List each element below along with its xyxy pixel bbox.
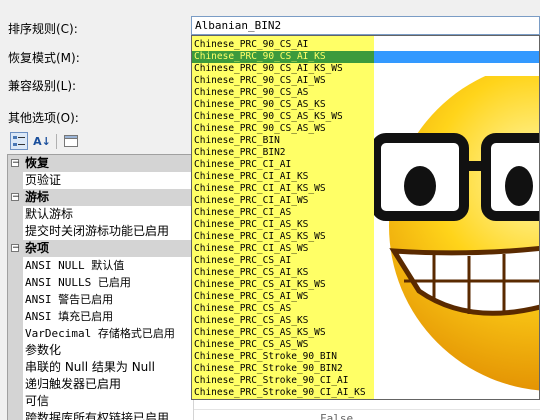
grid-row-label: 可信 bbox=[23, 393, 194, 410]
grid-gutter bbox=[8, 376, 23, 393]
dropdown-item[interactable]: Chinese_PRC_CS_AI bbox=[192, 255, 374, 267]
dropdown-item[interactable]: Chinese_PRC_CS_AS_WS bbox=[192, 339, 374, 351]
toolbar-separator bbox=[56, 134, 57, 149]
dropdown-item[interactable]: Chinese_PRC_BIN bbox=[192, 135, 374, 147]
grid-row-label: 页验证 bbox=[23, 172, 194, 189]
grid-row-label: 游标 bbox=[25, 190, 50, 204]
other-options-label: 其他选项(O): bbox=[8, 111, 79, 125]
grid-row-label: 恢复 bbox=[25, 156, 50, 170]
collation-label: 排序规则(C): bbox=[8, 22, 78, 36]
dropdown-item[interactable]: Chinese_PRC_90_CS_AS_KS_WS bbox=[192, 111, 374, 123]
dropdown-item[interactable]: Chinese_PRC_90_CS_AS_WS bbox=[192, 123, 374, 135]
dropdown-item[interactable]: Chinese_PRC_CI_AI_KS_WS bbox=[192, 183, 374, 195]
grid-gutter bbox=[8, 274, 23, 291]
collapse-icon[interactable]: − bbox=[11, 159, 20, 168]
property-pages-icon bbox=[64, 135, 78, 147]
grid-gutter bbox=[8, 172, 23, 189]
grid-gutter bbox=[8, 308, 23, 325]
categorized-button[interactable] bbox=[10, 132, 28, 150]
collation-dropdown-list[interactable]: Chinese_PRC_90_CS_AI Chinese_PRC_90_CS_AI… bbox=[191, 35, 540, 400]
dropdown-item[interactable]: Chinese_PRC_CI_AS_KS bbox=[192, 219, 374, 231]
grid-gutter bbox=[8, 393, 23, 410]
collapse-icon[interactable]: − bbox=[11, 244, 20, 253]
dropdown-item[interactable]: Chinese_PRC_CS_AS_KS bbox=[192, 315, 374, 327]
grid-row-label: 串联的 Null 结果为 Null bbox=[23, 359, 194, 376]
dropdown-item[interactable]: Chinese_PRC_CI_AI_KS bbox=[192, 171, 374, 183]
grid-row-label: 默认游标 bbox=[23, 206, 194, 223]
dropdown-item[interactable]: Chinese_PRC_90_CS_AI_KS_WS bbox=[192, 63, 374, 75]
collapse-icon[interactable]: − bbox=[11, 193, 20, 202]
dropdown-items: Chinese_PRC_90_CS_AI Chinese_PRC_90_CS_AI… bbox=[192, 36, 539, 399]
compatibility-level-label: 兼容级别(L): bbox=[8, 79, 77, 93]
grid-gutter bbox=[8, 325, 23, 342]
grid-row-label: 参数化 bbox=[23, 342, 194, 359]
dropdown-item[interactable]: Chinese_PRC_90_CS_AS_KS bbox=[192, 99, 374, 111]
sort-az-icon: A↓ bbox=[33, 134, 51, 148]
categorized-icon bbox=[13, 136, 25, 146]
grid-row-label: ANSI 填充已启用 bbox=[23, 308, 194, 325]
dropdown-item[interactable]: Chinese_PRC_CI_AS bbox=[192, 207, 374, 219]
dropdown-item[interactable]: Chinese_PRC_Stroke_90_CI_AI bbox=[192, 375, 374, 387]
collation-combobox[interactable]: Albanian_BIN2 bbox=[191, 16, 540, 35]
grid-row-label: VarDecimal 存储格式已启用 bbox=[23, 325, 194, 342]
grid-row-label: ANSI NULLS 已启用 bbox=[23, 274, 194, 291]
dropdown-item[interactable]: Chinese_PRC_Stroke_90_BIN2 bbox=[192, 363, 374, 375]
grid-row-label: 提交时关闭游标功能已启用 bbox=[23, 223, 194, 240]
dropdown-item[interactable]: Chinese_PRC_CI_AI bbox=[192, 159, 374, 171]
dropdown-item[interactable]: Chinese_PRC_CI_AI_WS bbox=[192, 195, 374, 207]
dropdown-item[interactable]: Chinese_PRC_CS_AS_KS_WS bbox=[192, 327, 374, 339]
dropdown-item[interactable]: Chinese_PRC_90_CS_AI bbox=[192, 39, 374, 51]
grid-gutter bbox=[8, 223, 23, 240]
grid-row-label: ANSI NULL 默认值 bbox=[23, 257, 194, 274]
dropdown-item[interactable]: Chinese_PRC_BIN2 bbox=[192, 147, 374, 159]
dropdown-item[interactable]: Chinese_PRC_CI_AS_WS bbox=[192, 243, 374, 255]
dropdown-item[interactable]: Chinese_PRC_90_CS_AI_WS bbox=[192, 75, 374, 87]
dropdown-item[interactable]: Chinese_PRC_CS_AI_WS bbox=[192, 291, 374, 303]
selection-highlight bbox=[374, 51, 539, 63]
dropdown-item[interactable]: Chinese_PRC_CS_AI_KS_WS bbox=[192, 279, 374, 291]
dropdown-item[interactable]: Chinese_PRC_Stroke_90_BIN bbox=[192, 351, 374, 363]
grid-gutter bbox=[8, 206, 23, 223]
grid-gutter bbox=[8, 257, 23, 274]
alphabetical-button[interactable]: A↓ bbox=[33, 132, 51, 150]
dropdown-item[interactable]: Chinese_PRC_90_CS_AS bbox=[192, 87, 374, 99]
recovery-model-label: 恢复模式(M): bbox=[8, 51, 80, 65]
dropdown-item[interactable]: Chinese_PRC_CS_AI_KS bbox=[192, 267, 374, 279]
grid-row-label: ANSI 警告已启用 bbox=[23, 291, 194, 308]
dropdown-item[interactable]: Chinese_PRC_CS_AS bbox=[192, 303, 374, 315]
grid-gutter bbox=[8, 359, 23, 376]
property-pages-button[interactable] bbox=[62, 132, 80, 150]
grid-gutter bbox=[8, 291, 23, 308]
grid-gutter bbox=[8, 342, 23, 359]
grid-row-label: 杂项 bbox=[25, 241, 50, 255]
dropdown-item[interactable]: Chinese_PRC_CI_AS_KS_WS bbox=[192, 231, 374, 243]
dropdown-item[interactable]: Chinese_PRC_Stroke_90_CI_AI_KS bbox=[192, 387, 374, 399]
collation-combobox-value: Albanian_BIN2 bbox=[195, 19, 282, 32]
nerd-smiley-icon bbox=[374, 76, 539, 391]
grid-row-label: 递归触发器已启用 bbox=[23, 376, 194, 393]
